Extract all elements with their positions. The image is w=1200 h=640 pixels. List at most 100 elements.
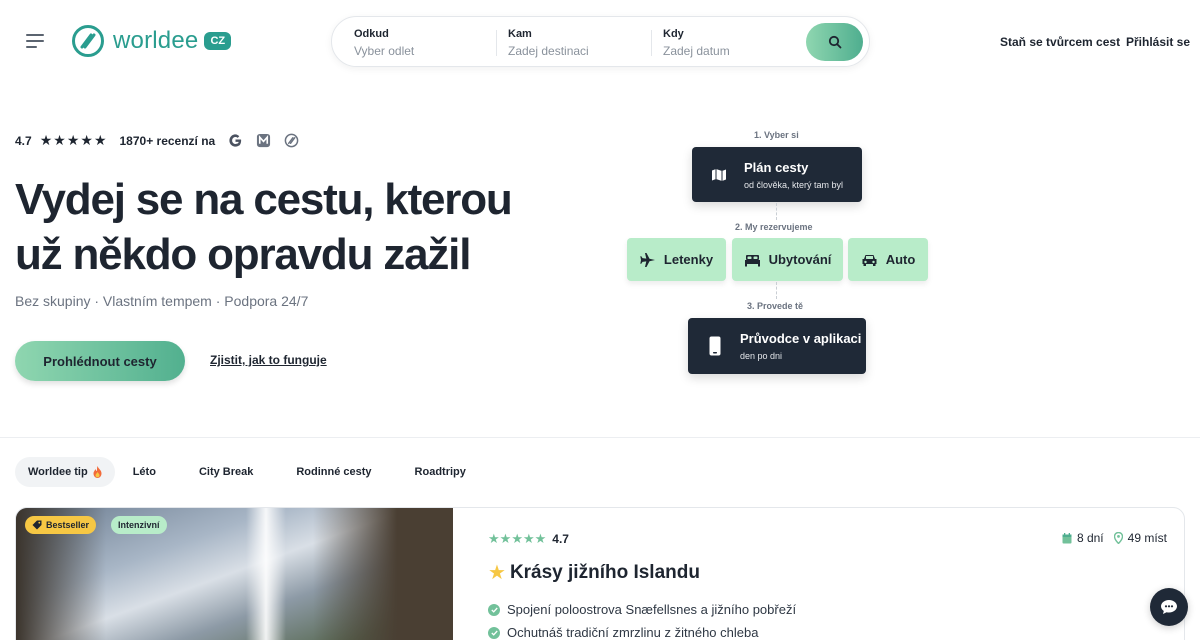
trip-rating: ★ ★ ★ ★ ★ 4.7 [488,531,569,547]
trip-plan-card: Plán cesty od člověka, který tam byl [692,147,862,202]
trip-meta: 8 dní 49 míst [1062,531,1167,545]
step-connector [776,203,777,220]
search-from-label: Odkud [354,28,389,40]
tab-family-trips[interactable]: Rodinné cesty [283,457,384,487]
star-icon: ★ [534,531,547,546]
trip-places: 49 míst [1127,531,1167,545]
trip-plan-desc: od člověka, který tam byl [744,179,844,190]
browse-trips-button[interactable]: Prohlédnout cesty [15,341,185,381]
hero-title: Vydej se na cestu, kterou už někdo oprav… [15,172,535,282]
map-icon [704,168,734,182]
location-pin-icon [1113,532,1123,544]
become-creator-link[interactable]: Staň se tvůrcem cest [1000,35,1120,49]
trip-card[interactable]: Bestseller Intenzivní ★ ★ ★ ★ ★ 4.7 8 dn… [15,507,1185,640]
chat-icon [1161,600,1177,614]
search-bar: Odkud Vyber odlet Kam Zadej destinaci Kd… [331,16,870,67]
tab-roadtrips[interactable]: Roadtripy [402,457,479,487]
trip-rating-value: 4.7 [552,532,569,546]
trip-image[interactable]: Bestseller Intenzivní [16,508,453,640]
star-icon: ★ [39,132,53,148]
search-to-field[interactable]: Kam Zadej destinaci [508,28,589,58]
trip-info: ★ ★ ★ ★ ★ 4.7 8 dní 49 míst ★ Krásy jižn… [453,508,1184,640]
rating-value: 4.7 [15,133,32,148]
search-divider [651,30,652,56]
trip-feature-text: Ochutnáš tradiční zmrzlinu z žitného chl… [507,625,759,640]
tab-label: Worldee tip [28,466,88,478]
star-icon: ★ [93,132,107,148]
app-guide-title: Průvodce v aplikaci [740,331,862,346]
bestseller-label: Bestseller [46,520,90,530]
trip-title[interactable]: ★ Krásy jižního Islandu [488,560,700,585]
star-icon: ★ [488,562,506,584]
reviews-count: 1870+ recenzí na [119,133,216,148]
category-tabs: Worldee tip Léto City Break Rodinné cest… [15,457,479,487]
star-icon: ★ [80,132,93,148]
star-icon: ★ [499,531,512,546]
star-icon: ★ [522,531,535,546]
search-button[interactable] [806,23,863,61]
trip-title-text: Krásy jižního Islandu [509,561,700,583]
calendar-icon [1062,532,1072,543]
rating-stars: ★ ★ ★ ★ ★ [40,132,108,149]
logo[interactable]: worldee CZ [71,24,232,58]
flights-pill: Letenky [627,238,726,281]
accommodation-label: Ubytování [768,252,832,267]
m-icon[interactable] [255,133,271,149]
google-icon[interactable] [227,133,243,149]
search-icon [828,35,841,49]
plane-icon [640,252,655,267]
chat-button[interactable] [1150,588,1188,626]
car-label: Auto [885,252,916,267]
worldee-logo-icon [72,25,104,57]
hero-subtitle: Bez skupiny · Vlastním tempem · Podpora … [15,293,309,309]
country-badge: CZ [204,32,232,50]
trip-feature: Spojení poloostrova Snæfellsnes a jižníh… [488,602,796,617]
how-it-works-link[interactable]: Zjistit, jak to funguje [210,353,327,367]
search-from-field[interactable]: Odkud Vyber odlet [354,28,414,58]
step-3-label: 3. Provede tě [747,301,804,311]
search-divider [496,30,497,56]
app-guide-card: Průvodce v aplikaci den po dni [688,318,866,374]
intensity-badge: Intenzivní [111,516,167,534]
logo-text: worldee [113,27,199,54]
star-icon: ★ [511,531,523,546]
bed-icon [744,254,760,266]
accommodation-pill: Ubytování [732,238,843,281]
star-icon: ★ [53,132,66,148]
trip-plan-title: Plán cesty [744,159,809,175]
check-icon [488,626,500,639]
star-icon: ★ [66,132,80,148]
search-to-label: Kam [508,28,532,40]
login-link[interactable]: Přihlásit se [1126,35,1190,49]
search-when-placeholder: Zadej datum [663,44,730,58]
trip-feature: Ochutnáš tradiční zmrzlinu z žitného chl… [488,625,758,640]
hero-title-line-2: už někdo opravdu zažil [15,230,471,279]
hero-title-line-1: Vydej se na cestu, kterou [15,175,513,224]
section-divider [0,437,1200,438]
search-to-placeholder: Zadej destinaci [508,44,589,58]
car-icon [862,254,877,266]
tab-summer[interactable]: Léto [120,457,169,487]
search-when-label: Kdy [663,28,684,40]
car-pill: Auto [848,238,928,281]
bestseller-badge: Bestseller [25,516,97,534]
step-1-label: 1. Vyber si [754,130,799,140]
search-from-placeholder: Vyber odlet [354,44,415,58]
trip-days: 8 dní [1076,531,1104,545]
app-guide-desc: den po dni [740,351,783,361]
trip-feature-text: Spojení poloostrova Snæfellsnes a jižníh… [507,602,797,617]
tag-icon [32,520,42,530]
fire-icon [93,466,102,478]
star-icon: ★ [488,531,500,546]
worldee-icon[interactable] [283,133,299,149]
check-icon [488,603,500,616]
image-waterfall [246,508,286,640]
search-when-field[interactable]: Kdy Zadej datum [663,28,730,58]
menu-icon[interactable] [26,34,44,48]
header: worldee CZ Odkud Vyber odlet Kam Zadej d… [0,0,1200,84]
flights-label: Letenky [663,252,714,267]
tab-worldee-tip[interactable]: Worldee tip [15,457,115,487]
tab-city-break[interactable]: City Break [186,457,266,487]
step-2-label: 2. My rezervujeme [735,222,813,232]
step-connector [776,282,777,299]
